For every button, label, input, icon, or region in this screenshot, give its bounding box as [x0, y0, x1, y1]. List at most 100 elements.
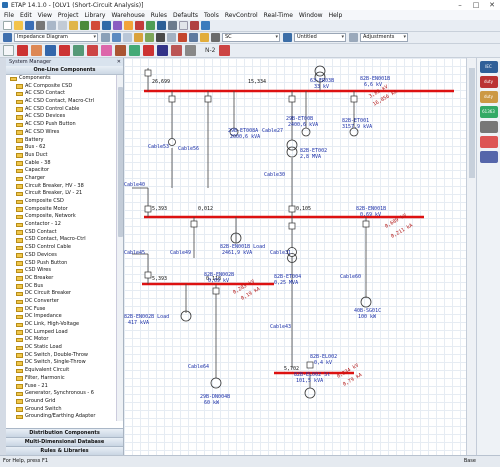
- copy-icon[interactable]: [58, 21, 67, 30]
- menu-library[interactable]: Library: [84, 12, 105, 19]
- menu-view[interactable]: View: [38, 12, 52, 19]
- breaker-symbol[interactable]: [168, 95, 176, 103]
- check-icon[interactable]: [145, 33, 154, 42]
- compare-icon[interactable]: [185, 45, 196, 56]
- load-icon[interactable]: [143, 45, 154, 56]
- canvas-scrollbar[interactable]: [466, 58, 476, 455]
- tree-item[interactable]: Generator, Synchronous - 6: [6, 390, 116, 398]
- breaker-symbol[interactable]: [144, 69, 152, 77]
- tree-item[interactable]: AC CSD Contact: [6, 90, 116, 98]
- diagram-view-select[interactable]: Impedance Diagram: [14, 33, 98, 42]
- save-icon[interactable]: [25, 21, 34, 30]
- arc-flash-icon[interactable]: [59, 45, 70, 56]
- relay-icon[interactable]: [101, 45, 112, 56]
- report-sc-icon[interactable]: [171, 45, 182, 56]
- fault-icon[interactable]: [178, 33, 187, 42]
- menu-tools[interactable]: Tools: [204, 12, 219, 19]
- tree-item[interactable]: Composite, Network: [6, 213, 116, 221]
- tree-item[interactable]: CSD Wires: [6, 267, 116, 275]
- tree-item[interactable]: Bus - 62: [6, 144, 116, 152]
- tree-scroll-thumb[interactable]: [118, 87, 123, 237]
- breaker-symbol[interactable]: [144, 271, 152, 279]
- n2-label[interactable]: N-2: [205, 47, 215, 54]
- run-icon[interactable]: [146, 21, 155, 30]
- transformer-symbol[interactable]: [286, 146, 298, 158]
- menu-revcontrol[interactable]: RevControl: [225, 12, 258, 19]
- close-button[interactable]: ✕: [484, 0, 500, 10]
- tree-item[interactable]: DC Impedance: [6, 313, 116, 321]
- tree-item[interactable]: AC CSD Contact, Macro-Ctrl: [6, 98, 116, 106]
- breaker-symbol[interactable]: [288, 95, 296, 103]
- maximize-button[interactable]: □: [468, 0, 484, 10]
- menu-file[interactable]: File: [4, 12, 14, 19]
- tree-scrollbar[interactable]: [116, 75, 123, 421]
- menu-defaults[interactable]: Defaults: [173, 12, 198, 19]
- open-icon[interactable]: [14, 21, 23, 30]
- breaker-symbol[interactable]: [190, 220, 198, 228]
- adjustments-select[interactable]: Adjustments: [360, 33, 408, 42]
- rules-libraries-button[interactable]: Rules & Libraries: [6, 446, 123, 455]
- align-icon[interactable]: [123, 33, 132, 42]
- minimize-button[interactable]: –: [452, 0, 468, 10]
- print-icon[interactable]: [36, 21, 45, 30]
- tree-item[interactable]: Ground Grid: [6, 398, 116, 406]
- report-manager-icon[interactable]: [349, 33, 358, 42]
- menu-rules[interactable]: Rules: [151, 12, 167, 19]
- tree-item[interactable]: DC Converter: [6, 298, 116, 306]
- tree-item[interactable]: Cable - 38: [6, 160, 116, 168]
- tree-item[interactable]: DC Static Load: [6, 344, 116, 352]
- load-symbol[interactable]: [304, 387, 316, 399]
- layer-icon[interactable]: [112, 33, 121, 42]
- tree-item[interactable]: CSD Contact: [6, 229, 116, 237]
- tree-item[interactable]: CSD Devices: [6, 252, 116, 260]
- tree-item[interactable]: Composite CSD: [6, 198, 116, 206]
- stop-icon[interactable]: [135, 21, 144, 30]
- transformer-icon[interactable]: [115, 45, 126, 56]
- tree-item[interactable]: Circuit Breaker, HV - 38: [6, 183, 116, 191]
- config-icon[interactable]: [189, 33, 198, 42]
- display-options-icon[interactable]: [156, 33, 165, 42]
- alert-icon[interactable]: [157, 45, 168, 56]
- tree-item[interactable]: DC Lumped Load: [6, 329, 116, 337]
- pointer-icon[interactable]: [3, 45, 14, 56]
- undo-icon[interactable]: [80, 21, 89, 30]
- load-symbol[interactable]: [210, 377, 222, 389]
- label-icon[interactable]: [134, 33, 143, 42]
- breaker-symbol[interactable]: [288, 222, 296, 230]
- tree-item[interactable]: AC CSD Wires: [6, 129, 116, 137]
- standard-61363-icon[interactable]: 61363: [479, 106, 498, 118]
- grid-icon[interactable]: [168, 21, 177, 30]
- tree-item[interactable]: DC Link, High-Voltage: [6, 321, 116, 329]
- tree-item[interactable]: DC Bus: [6, 283, 116, 291]
- tree-item[interactable]: AC CSD Devices: [6, 113, 116, 121]
- motor-icon[interactable]: [129, 45, 140, 56]
- menu-real-time[interactable]: Real-Time: [264, 12, 293, 19]
- tree-item[interactable]: Ground Switch: [6, 406, 116, 414]
- multi-dimensional-database-button[interactable]: Multi-Dimensional Database: [6, 437, 123, 446]
- breaker-symbol[interactable]: [212, 287, 220, 295]
- tree-item[interactable]: AC CSD Control Cable: [6, 106, 116, 114]
- tree-item[interactable]: Bus Duct: [6, 152, 116, 160]
- tree-item[interactable]: Charger: [6, 175, 116, 183]
- duty-icon[interactable]: duty: [479, 76, 498, 88]
- tree-item[interactable]: Capacitor: [6, 167, 116, 175]
- one-line-diagram-canvas[interactable]: 26,699 15,334 5,393 0,012 0,105 5,393 0,…: [124, 58, 476, 455]
- breaker-symbol[interactable]: [144, 205, 152, 213]
- menu-window[interactable]: Window: [299, 12, 323, 19]
- breaker-symbol[interactable]: [362, 220, 370, 228]
- view-icon[interactable]: [101, 33, 110, 42]
- halt-icon[interactable]: [219, 45, 231, 56]
- tree-item[interactable]: DC Circuit Breaker: [6, 290, 116, 298]
- bus-icon[interactable]: [73, 45, 84, 56]
- one-line-components-header[interactable]: One-Line Components: [6, 66, 123, 75]
- breaker-icon[interactable]: [87, 45, 98, 56]
- menu-project[interactable]: Project: [58, 12, 79, 19]
- breaker-symbol[interactable]: [350, 95, 358, 103]
- display-icon[interactable]: [179, 21, 188, 30]
- tree-item[interactable]: CSD Contact, Macro-Ctrl: [6, 236, 116, 244]
- lightning-icon[interactable]: [200, 33, 209, 42]
- theme-icon[interactable]: [113, 21, 122, 30]
- tree-item[interactable]: DC Switch, Double-Throw: [6, 352, 116, 360]
- tree-item[interactable]: DC Motor: [6, 336, 116, 344]
- cut-icon[interactable]: [47, 21, 56, 30]
